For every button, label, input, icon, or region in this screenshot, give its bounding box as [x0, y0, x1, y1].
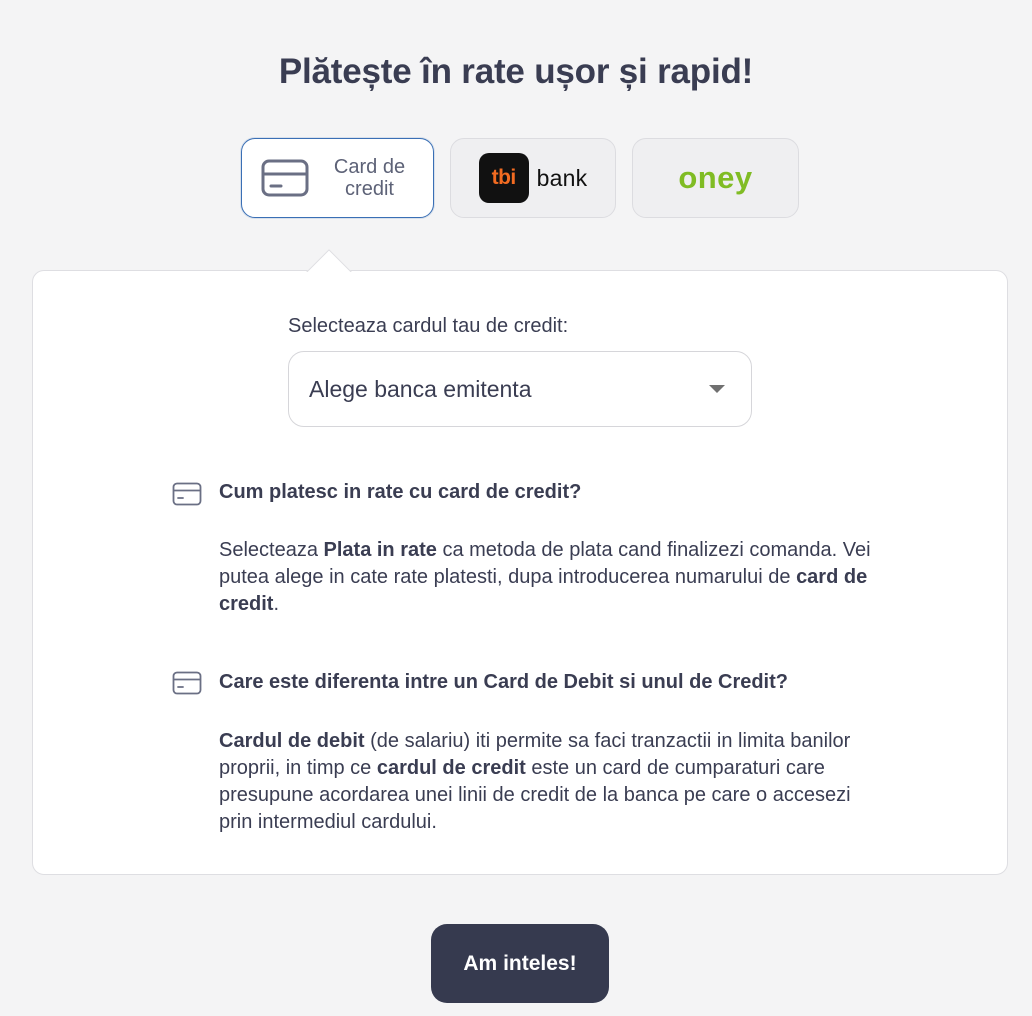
credit-card-icon: [172, 482, 202, 506]
chevron-down-icon: [709, 385, 725, 393]
faq-answer-2: Cardul de debit (de salariu) iti permite…: [219, 730, 851, 833]
tab-credit-card[interactable]: Card de credit: [241, 138, 434, 218]
tab-credit-card-label: Card de credit: [333, 156, 406, 200]
bank-select[interactable]: Alege banca emitenta: [288, 351, 752, 427]
faq-answer-1: Selecteaza Plata in rate ca metoda de pl…: [219, 539, 871, 615]
faq-question-2: Care este diferenta intre un Card de Deb…: [219, 671, 788, 693]
credit-card-icon: [261, 159, 308, 197]
faq-question-1: Cum platesc in rate cu card de credit?: [219, 481, 582, 503]
payment-method-tabs: Card de credit tbi bank oney: [0, 138, 1032, 218]
tab-oney[interactable]: oney: [632, 138, 799, 218]
select-label: Selecteaza cardul tau de credit:: [288, 315, 569, 337]
credit-card-panel: Selecteaza cardul tau de credit: Alege b…: [32, 270, 1008, 875]
tbi-bank-label: bank: [536, 164, 588, 191]
confirm-button[interactable]: Am inteles!: [431, 924, 609, 1003]
panel-pointer: [303, 245, 355, 272]
page-title: Plătește în rate ușor și rapid!: [278, 52, 754, 91]
credit-card-icon: [172, 671, 202, 695]
bank-select-value: Alege banca emitenta: [309, 375, 532, 402]
tab-tbi-bank[interactable]: tbi bank: [450, 138, 616, 218]
oney-logo: oney: [678, 160, 753, 195]
tbi-logo: tbi: [478, 153, 529, 203]
